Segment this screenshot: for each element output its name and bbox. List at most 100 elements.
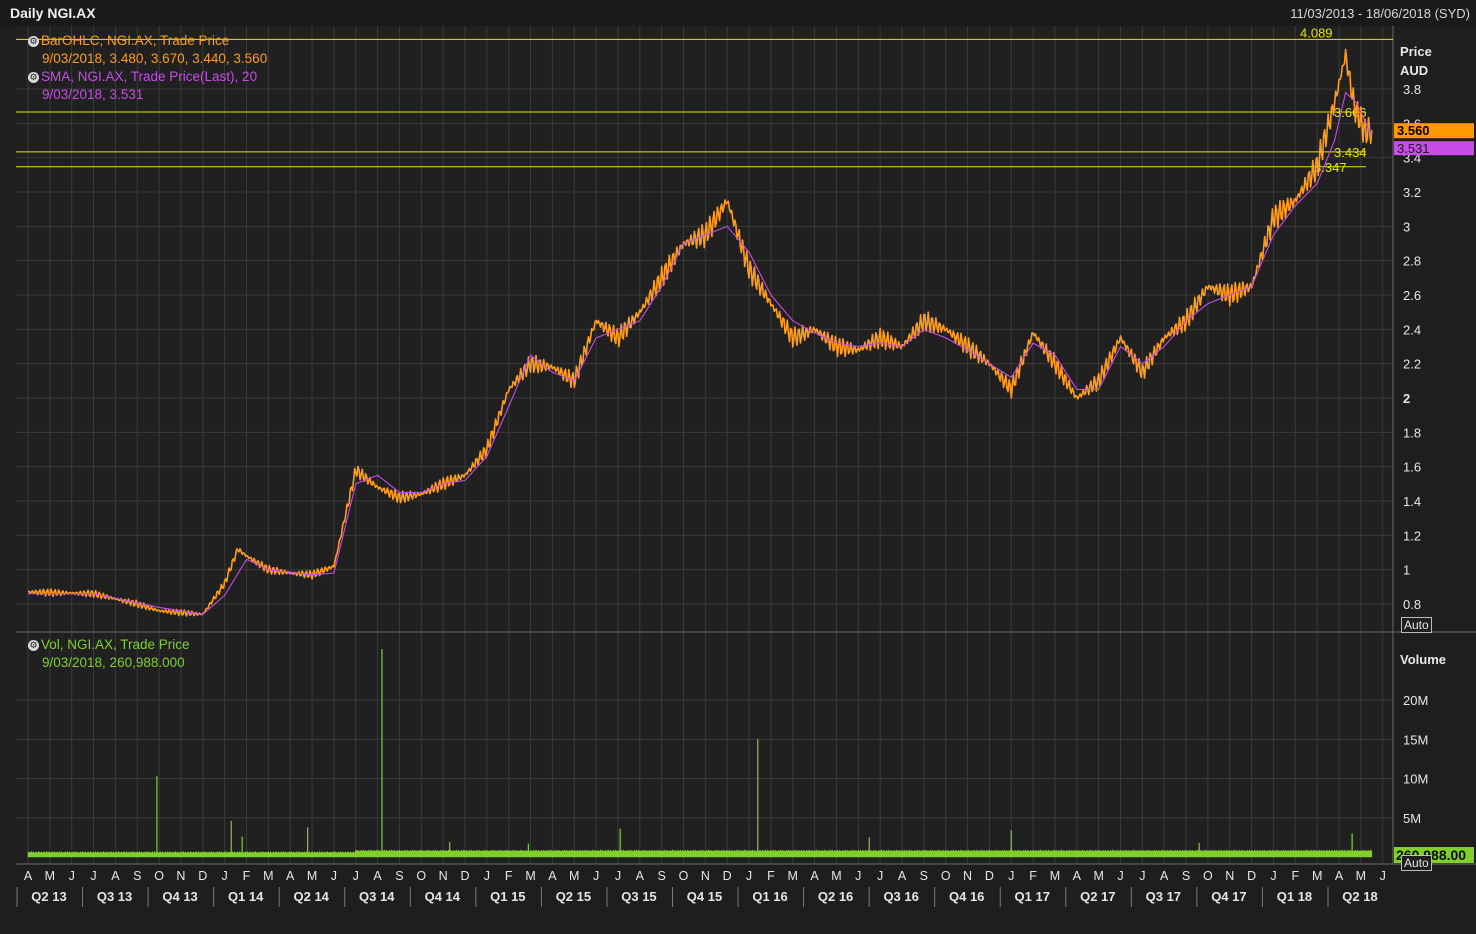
quarter-label: Q2 16 bbox=[818, 889, 853, 904]
price-volume-chart[interactable]: 0.811.21.41.61.822.22.42.62.833.23.43.63… bbox=[0, 26, 1476, 934]
price-axis-title: Price bbox=[1400, 44, 1432, 59]
month-label: A bbox=[898, 869, 907, 883]
price-tick-label: 1.8 bbox=[1403, 425, 1421, 440]
month-label: M bbox=[788, 869, 798, 883]
month-label: N bbox=[176, 869, 185, 883]
volume-tick-label: 15M bbox=[1403, 732, 1428, 747]
month-label: M bbox=[263, 869, 273, 883]
price-tick-label: 0.8 bbox=[1403, 597, 1421, 612]
month-label: S bbox=[920, 869, 928, 883]
month-label: A bbox=[286, 869, 295, 883]
month-label: M bbox=[307, 869, 317, 883]
month-label: A bbox=[1073, 869, 1082, 883]
sma-legend-row[interactable]: ⚙ SMA, NGI.AX, Trade Price(Last), 20 bbox=[28, 68, 267, 86]
volume-tick-label: 10M bbox=[1403, 772, 1428, 787]
sma-legend-values: 9/03/2018, 3.531 bbox=[42, 87, 144, 102]
month-label: J bbox=[1008, 869, 1014, 883]
month-label: M bbox=[831, 869, 841, 883]
sma-legend-label: SMA, NGI.AX, Trade Price(Last), 20 bbox=[41, 69, 258, 84]
month-label: O bbox=[941, 869, 951, 883]
month-label: A bbox=[111, 869, 120, 883]
month-label: A bbox=[810, 869, 819, 883]
month-label: J bbox=[1117, 869, 1123, 883]
month-label: D bbox=[985, 869, 994, 883]
volume-tick-label: 5M bbox=[1403, 811, 1421, 826]
quarter-label: Q2 18 bbox=[1342, 889, 1377, 904]
month-label: A bbox=[1160, 869, 1169, 883]
price-tick-label: 1.4 bbox=[1403, 494, 1421, 509]
quarter-label: Q4 15 bbox=[687, 889, 722, 904]
month-label: O bbox=[154, 869, 164, 883]
month-label: J bbox=[746, 869, 752, 883]
month-label: J bbox=[877, 869, 883, 883]
month-label: N bbox=[439, 869, 448, 883]
series-settings-icon[interactable]: ⚙ bbox=[28, 72, 39, 83]
volume-legend-row[interactable]: ⚙ Vol, NGI.AX, Trade Price bbox=[28, 636, 190, 654]
quarter-label: Q1 14 bbox=[228, 889, 264, 904]
price-tick-label: 1 bbox=[1403, 563, 1410, 578]
month-label: J bbox=[331, 869, 337, 883]
month-label: M bbox=[1356, 869, 1366, 883]
quarter-label: Q4 13 bbox=[162, 889, 197, 904]
month-label: A bbox=[24, 869, 33, 883]
price-tick-label: 1.6 bbox=[1403, 460, 1421, 475]
quarter-label: Q3 16 bbox=[883, 889, 918, 904]
chart-title: Daily NGI.AX bbox=[10, 5, 96, 21]
price-tick-label: 2 bbox=[1403, 391, 1410, 406]
last-price-label: 3.560 bbox=[1397, 123, 1430, 138]
series-settings-icon[interactable]: ⚙ bbox=[28, 640, 39, 651]
quarter-label: Q2 14 bbox=[293, 889, 329, 904]
month-label: M bbox=[1312, 869, 1322, 883]
month-label: J bbox=[484, 869, 490, 883]
month-label: J bbox=[353, 869, 359, 883]
month-label: J bbox=[90, 869, 96, 883]
price-legend: ⚙ BarOHLC, NGI.AX, Trade Price 9/03/2018,… bbox=[28, 32, 267, 104]
month-label: F bbox=[767, 869, 775, 883]
month-label: N bbox=[701, 869, 710, 883]
series-settings-icon[interactable]: ⚙ bbox=[28, 36, 39, 47]
quarter-label: Q4 16 bbox=[949, 889, 984, 904]
quarter-label: Q2 17 bbox=[1080, 889, 1115, 904]
quarter-label: Q4 17 bbox=[1211, 889, 1246, 904]
month-label: M bbox=[45, 869, 55, 883]
quarter-label: Q4 14 bbox=[425, 889, 461, 904]
quarter-label: Q1 15 bbox=[490, 889, 525, 904]
month-label: N bbox=[963, 869, 972, 883]
month-label: F bbox=[1291, 869, 1299, 883]
month-label: S bbox=[1182, 869, 1190, 883]
volume-axis-title: Volume bbox=[1400, 652, 1446, 667]
volume-auto-scale-button[interactable]: Auto bbox=[1401, 855, 1432, 871]
volume-legend: ⚙ Vol, NGI.AX, Trade Price 9/03/2018, 260… bbox=[28, 636, 190, 672]
quarter-label: Q3 13 bbox=[97, 889, 132, 904]
month-label: O bbox=[1203, 869, 1213, 883]
month-label: M bbox=[569, 869, 579, 883]
price-tick-label: 3 bbox=[1403, 219, 1410, 234]
month-label: J bbox=[1380, 869, 1386, 883]
month-label: F bbox=[1029, 869, 1037, 883]
month-label: F bbox=[243, 869, 251, 883]
month-label: O bbox=[679, 869, 689, 883]
month-label: J bbox=[222, 869, 228, 883]
month-label: J bbox=[1139, 869, 1145, 883]
hline-label-3.434: 3.434 bbox=[1334, 145, 1367, 160]
month-label: J bbox=[1270, 869, 1276, 883]
ohlc-legend-label: BarOHLC, NGI.AX, Trade Price bbox=[41, 33, 230, 48]
volume-legend-values: 9/03/2018, 260,988.000 bbox=[42, 655, 185, 670]
price-tick-label: 3.2 bbox=[1403, 185, 1421, 200]
month-label: S bbox=[133, 869, 141, 883]
ohlc-legend-row[interactable]: ⚙ BarOHLC, NGI.AX, Trade Price bbox=[28, 32, 267, 50]
month-label: M bbox=[525, 869, 535, 883]
price-tick-label: 2.2 bbox=[1403, 357, 1421, 372]
quarter-label: Q1 16 bbox=[752, 889, 787, 904]
title-bar: Daily NGI.AX 11/03/2013 - 18/06/2018 (SY… bbox=[0, 0, 1476, 27]
hline-label-4.089: 4.089 bbox=[1300, 26, 1333, 40]
month-label: M bbox=[1050, 869, 1060, 883]
date-range: 11/03/2013 - 18/06/2018 (SYD) bbox=[1290, 6, 1470, 21]
price-tick-label: 1.2 bbox=[1403, 528, 1421, 543]
quarter-label: Q1 17 bbox=[1015, 889, 1050, 904]
ohlc-legend-values: 9/03/2018, 3.480, 3.670, 3.440, 3.560 bbox=[42, 51, 268, 66]
quarter-label: Q2 13 bbox=[31, 889, 66, 904]
quarter-label: Q3 17 bbox=[1146, 889, 1181, 904]
volume-tick-label: 20M bbox=[1403, 693, 1428, 708]
price-auto-scale-button[interactable]: Auto bbox=[1401, 617, 1432, 633]
